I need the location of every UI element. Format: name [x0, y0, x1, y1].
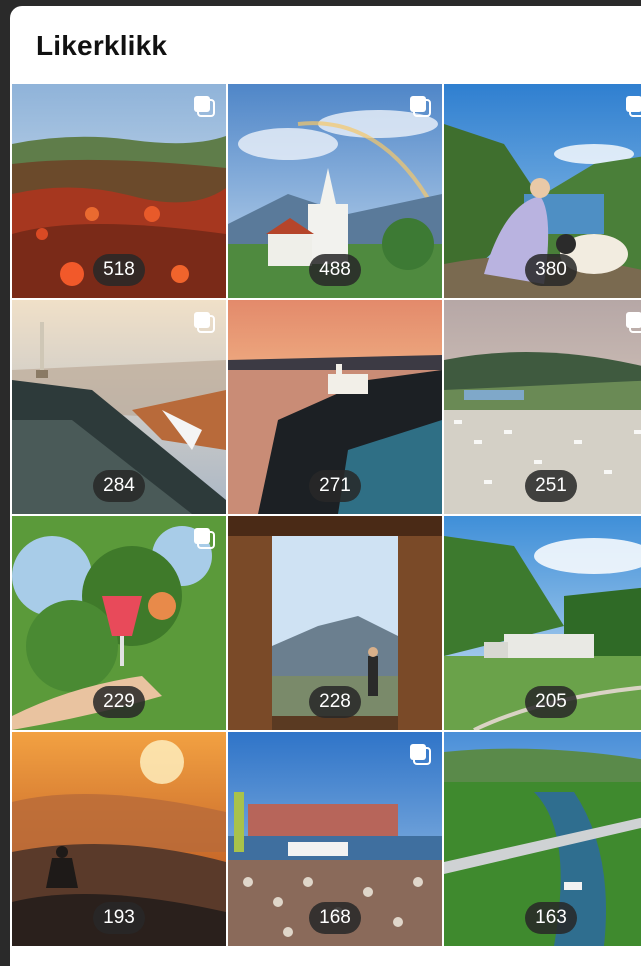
stacked-squares-icon: [624, 94, 641, 118]
likerklikk-panel: Likerklikk 518 488 380 284 271 251 229 2…: [10, 6, 641, 966]
photo-tile-harbour[interactable]: 168: [228, 732, 442, 946]
photo-tile-campsite[interactable]: 251: [444, 300, 641, 514]
like-count-badge: 488: [309, 254, 361, 286]
photo-tile-cloudberries[interactable]: 518: [12, 84, 226, 298]
photo-tile-power[interactable]: 205: [444, 516, 641, 730]
like-count-badge: 380: [525, 254, 577, 286]
like-count-badge: 284: [93, 470, 145, 502]
photo-tile-river[interactable]: 163: [444, 732, 641, 946]
photo-tile-church[interactable]: 488: [228, 84, 442, 298]
stacked-squares-icon: [192, 526, 216, 550]
like-count-badge: 271: [309, 470, 361, 502]
stacked-squares-icon: [192, 94, 216, 118]
stacked-squares-icon: [408, 742, 432, 766]
like-count-badge: 193: [93, 902, 145, 934]
like-count-badge: 168: [309, 902, 361, 934]
like-count-badge: 163: [525, 902, 577, 934]
photo-tile-gate[interactable]: 228: [228, 516, 442, 730]
photo-tile-mountain[interactable]: 284: [12, 300, 226, 514]
photo-tile-sunset[interactable]: 193: [12, 732, 226, 946]
like-count-badge: 228: [309, 686, 361, 718]
like-count-badge: 229: [93, 686, 145, 718]
like-count-badge: 251: [525, 470, 577, 502]
photo-tile-lighthouse[interactable]: 271: [228, 300, 442, 514]
photo-grid: 518 488 380 284 271 251 229 228 205 193 …: [12, 84, 641, 946]
stacked-squares-icon: [408, 94, 432, 118]
photo-tile-apple[interactable]: 229: [12, 516, 226, 730]
page-title: Likerklikk: [36, 30, 168, 61]
like-count-badge: 205: [525, 686, 577, 718]
photo-tile-sheep[interactable]: 380: [444, 84, 641, 298]
like-count-badge: 518: [93, 254, 145, 286]
stacked-squares-icon: [624, 310, 641, 334]
stacked-squares-icon: [192, 310, 216, 334]
